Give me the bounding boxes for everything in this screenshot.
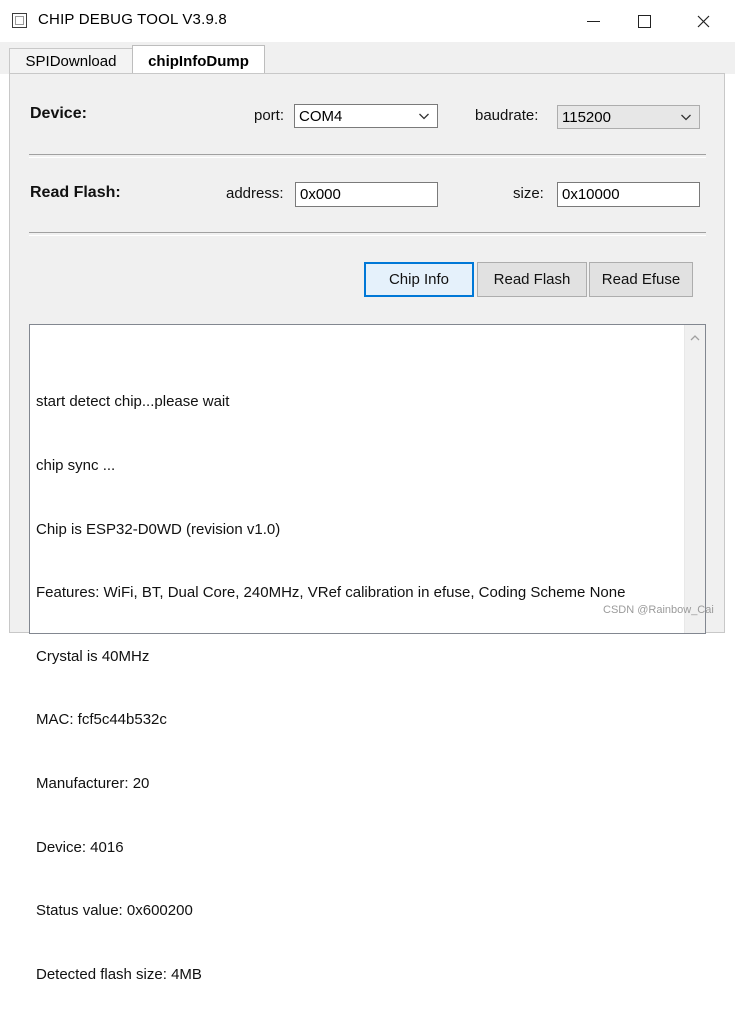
read-efuse-button[interactable]: Read Efuse	[589, 262, 693, 297]
window-title: CHIP DEBUG TOOL V3.9.8	[38, 11, 227, 28]
close-button[interactable]	[674, 0, 732, 42]
address-input[interactable]: 0x000	[295, 182, 438, 207]
address-value: 0x000	[300, 186, 341, 203]
tab-chipinfodump[interactable]: chipInfoDump	[132, 45, 265, 76]
divider	[29, 232, 706, 236]
chip-info-button[interactable]: Chip Info	[364, 262, 474, 297]
log-line: MAC: fcf5c44b532c	[36, 711, 167, 729]
watermark: CSDN @Rainbow_Cai	[603, 604, 714, 616]
log-line: start detect chip...please wait	[36, 393, 230, 411]
read-flash-label: Read Flash:	[30, 184, 121, 201]
port-label: port:	[254, 107, 285, 124]
log-scrollbar[interactable]	[684, 325, 705, 633]
address-label: address:	[226, 185, 284, 202]
chevron-up-icon[interactable]	[689, 333, 701, 343]
tab-strip: SPIDownload chipInfoDump	[0, 42, 735, 76]
chevron-down-icon	[681, 114, 691, 121]
log-line: Chip is ESP32-D0WD (revision v1.0)	[36, 520, 281, 538]
minimize-button[interactable]	[564, 0, 622, 42]
size-value: 0x10000	[562, 186, 620, 203]
title-bar: CHIP DEBUG TOOL V3.9.8	[0, 0, 735, 43]
port-value: COM4	[299, 107, 343, 125]
size-label: size:	[513, 185, 544, 202]
minimize-icon	[586, 20, 600, 22]
log-line: Status value: 0x600200	[36, 902, 193, 920]
app-window-icon	[12, 13, 27, 28]
maximize-icon	[637, 14, 651, 28]
maximize-button[interactable]	[615, 0, 673, 42]
chevron-down-icon	[419, 113, 429, 120]
close-icon	[697, 15, 710, 28]
divider	[29, 154, 706, 158]
port-select[interactable]: COM4	[294, 104, 438, 128]
log-line: Manufacturer: 20	[36, 775, 150, 793]
log-line: Features: WiFi, BT, Dual Core, 240MHz, V…	[36, 584, 626, 602]
baudrate-select[interactable]: 115200	[557, 105, 700, 129]
log-line: Detected flash size: 4MB	[36, 965, 202, 983]
device-label: Device:	[30, 105, 87, 122]
log-output[interactable]: start detect chip...please wait chip syn…	[29, 324, 706, 983]
size-input[interactable]: 0x10000	[557, 182, 700, 207]
read-flash-button[interactable]: Read Flash	[477, 262, 587, 297]
log-lines: start detect chip...please wait chip syn…	[36, 349, 625, 1028]
log-line: chip sync ...	[36, 457, 116, 475]
tab-spidownload[interactable]: SPIDownload	[9, 48, 133, 74]
baudrate-value: 115200	[562, 108, 611, 126]
log-line: Device: 4016	[36, 838, 124, 856]
log-line: Crystal is 40MHz	[36, 647, 150, 665]
baudrate-label: baudrate:	[475, 107, 539, 124]
